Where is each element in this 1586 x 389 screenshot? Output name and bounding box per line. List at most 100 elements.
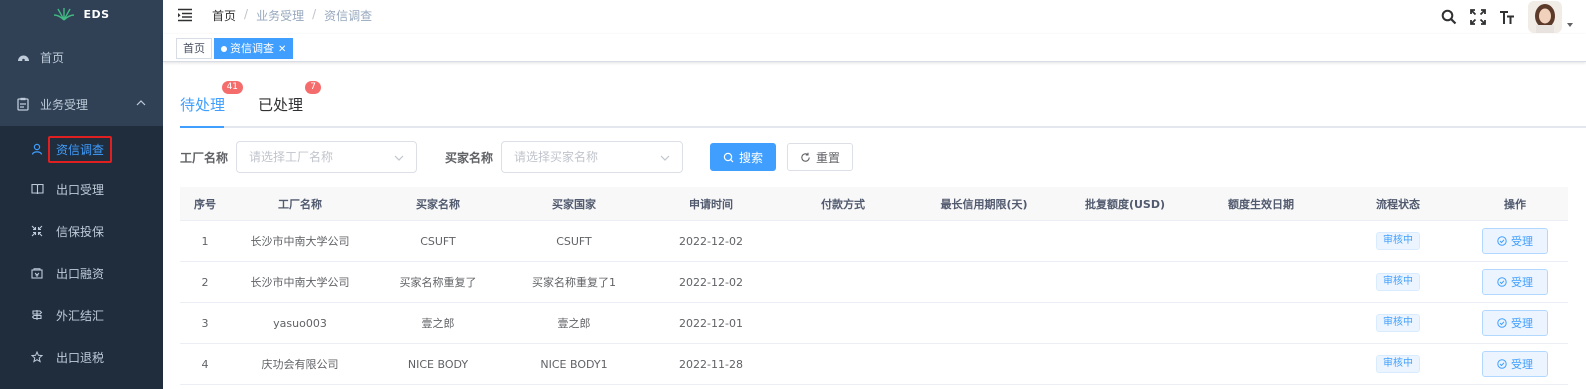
buyer-placeholder: 请选择买家名称 — [514, 150, 599, 164]
search-icon — [723, 152, 734, 162]
status-badge: 审核中 — [1376, 232, 1420, 250]
cell-col-factory: 长沙市中南大学公司 — [250, 276, 350, 289]
tab-badge: 41 — [221, 81, 244, 94]
breadcrumb-separator: / — [244, 7, 249, 21]
hamburger-icon[interactable] — [177, 7, 193, 23]
sidebar-item-financing[interactable]: 出口融资 — [0, 252, 163, 294]
cell-col-status: 审核中 — [1334, 303, 1462, 343]
caret-down-icon[interactable] — [1566, 21, 1574, 29]
cell-col-status: 审核中 — [1334, 262, 1462, 302]
breadcrumb-home[interactable]: 首页 — [212, 7, 236, 24]
cell-col-credit-days — [906, 221, 1062, 261]
buyer-select[interactable]: 请选择买家名称 — [501, 141, 683, 173]
tab-label: 待处理 — [180, 96, 226, 114]
cell-col-factory: 长沙市中南大学公司 — [250, 235, 350, 248]
status-badge: 审核中 — [1376, 355, 1420, 373]
cell-col-credit-days — [906, 303, 1062, 343]
cell-col-credit-days — [906, 262, 1062, 302]
header-col-effective-date: 额度生效日期 — [1228, 197, 1294, 211]
active-dot-icon — [221, 46, 227, 52]
cell-col-amount — [1062, 262, 1188, 302]
tab-badge: 7 — [305, 81, 322, 94]
cell-col-action: 受理 — [1462, 344, 1568, 384]
header-col-action: 操作 — [1504, 197, 1526, 211]
header-col-credit-days: 最长信用期限(天) — [940, 197, 1028, 211]
app-root: EDS 首页 业务受理 资信调查 出口受理 信保投保 出口融资 外汇结汇 出口退… — [0, 0, 1586, 389]
cell-col-amount — [1062, 221, 1188, 261]
sidebar: EDS 首页 业务受理 资信调查 出口受理 信保投保 出口融资 外汇结汇 出口退… — [0, 0, 163, 389]
cell-col-index: 1 — [201, 234, 209, 248]
sidebar-item-label: 首页 — [40, 50, 65, 65]
status-badge: 审核中 — [1376, 314, 1420, 332]
table-row: 1 长沙市中南大学公司 CSUFT CSUFT 2022-12-02 审核中 受理 — [180, 221, 1568, 262]
breadcrumb: 首页 / 业务受理 / 资信调查 — [212, 7, 372, 24]
cell-col-amount — [1062, 303, 1188, 343]
avatar[interactable] — [1528, 1, 1562, 33]
accept-button-label: 受理 — [1511, 317, 1533, 330]
fullscreen-icon[interactable] — [1470, 9, 1486, 25]
cell-col-effective-date — [1188, 262, 1334, 302]
cell-col-buyer-country: NICE BODY1 — [540, 357, 608, 371]
sidebar-item-business[interactable]: 业务受理 — [0, 83, 163, 125]
star-icon — [30, 350, 44, 364]
cell-col-factory: 庆功会有限公司 — [261, 358, 339, 371]
sidebar-item-home[interactable]: 首页 — [0, 36, 163, 78]
sidebar-item-credit-investigation[interactable]: 资信调查 — [0, 128, 163, 170]
cell-col-status: 审核中 — [1334, 344, 1462, 384]
search-icon[interactable] — [1441, 9, 1457, 25]
accept-button[interactable]: 受理 — [1482, 269, 1548, 295]
header-col-factory: 工厂名称 — [278, 197, 322, 211]
sidebar-item-label: 出口受理 — [56, 182, 105, 197]
tag-credit-investigation[interactable]: 资信调查 ✕ — [214, 38, 294, 59]
filter-form: 工厂名称 请选择工厂名称 买家名称 请选择买家名称 搜索 重置 — [180, 141, 1586, 173]
header-col-payment: 付款方式 — [821, 197, 865, 211]
check-circle-icon — [1497, 277, 1507, 287]
accept-button-label: 受理 — [1511, 235, 1533, 248]
tag-home[interactable]: 首页 — [176, 38, 212, 59]
tag-label: 首页 — [183, 42, 205, 55]
sidebar-item-forex[interactable]: 外汇结汇 — [0, 294, 163, 336]
font-size-icon[interactable] — [1499, 9, 1515, 25]
navbar: 首页 / 业务受理 / 资信调查 — [163, 0, 1586, 34]
sidebar-item-label: 资信调查 — [48, 135, 113, 163]
sidebar-item-tax-refund[interactable]: 出口退税 — [0, 336, 163, 378]
accept-button[interactable]: 受理 — [1482, 310, 1548, 336]
sidebar-submenu: 资信调查 出口受理 信保投保 出口融资 外汇结汇 出口退税 — [0, 126, 163, 389]
logo[interactable]: EDS — [0, 0, 163, 28]
search-button[interactable]: 搜索 — [710, 143, 776, 171]
search-button-label: 搜索 — [738, 150, 763, 165]
check-circle-icon — [1497, 318, 1507, 328]
logo-leaf-icon — [54, 8, 75, 21]
chevron-down-icon — [660, 155, 670, 161]
breadcrumb-business[interactable]: 业务受理 — [256, 7, 304, 24]
accept-button[interactable]: 受理 — [1482, 228, 1548, 254]
sidebar-item-label: 出口融资 — [56, 266, 105, 281]
reset-button[interactable]: 重置 — [787, 143, 853, 171]
cell-col-effective-date — [1188, 221, 1334, 261]
sidebar-item-export-acceptance[interactable]: 出口受理 — [0, 168, 163, 210]
sidebar-item-label: 信保投保 — [56, 224, 105, 239]
factory-select[interactable]: 请选择工厂名称 — [236, 141, 417, 173]
breadcrumb-separator: / — [312, 7, 317, 21]
cell-col-action: 受理 — [1462, 221, 1568, 261]
tab-label: 已处理 — [258, 96, 304, 114]
tags-view: 首页 资信调查 ✕ — [163, 34, 1586, 62]
refresh-icon — [801, 152, 810, 162]
header-col-buyer: 买家名称 — [416, 197, 460, 211]
tab-pending[interactable]: 待处理 41 — [180, 81, 244, 115]
sidebar-item-insurance[interactable]: 信保投保 — [0, 210, 163, 252]
tab-processed[interactable]: 已处理 7 — [258, 81, 322, 115]
cell-col-effective-date — [1188, 344, 1334, 384]
sidebar-item-label: 业务受理 — [40, 97, 89, 112]
tag-label: 资信调查 — [230, 42, 274, 55]
table-body: 1 长沙市中南大学公司 CSUFT CSUFT 2022-12-02 审核中 受理 2 长沙市中… — [180, 221, 1568, 385]
table-row: 2 长沙市中南大学公司 买家名称重复了 买家名称重复了1 2022-12-02 审核中 受理 — [180, 262, 1568, 303]
cell-col-status: 审核中 — [1334, 221, 1462, 261]
close-icon[interactable]: ✕ — [278, 44, 286, 55]
header-col-apply-date: 申请时间 — [689, 197, 733, 211]
accept-button[interactable]: 受理 — [1482, 351, 1548, 377]
buyer-label: 买家名称 — [445, 151, 494, 165]
cell-col-payment — [780, 344, 906, 384]
accept-button-label: 受理 — [1511, 358, 1533, 371]
sidebar-item-label: 出口退税 — [56, 350, 105, 365]
